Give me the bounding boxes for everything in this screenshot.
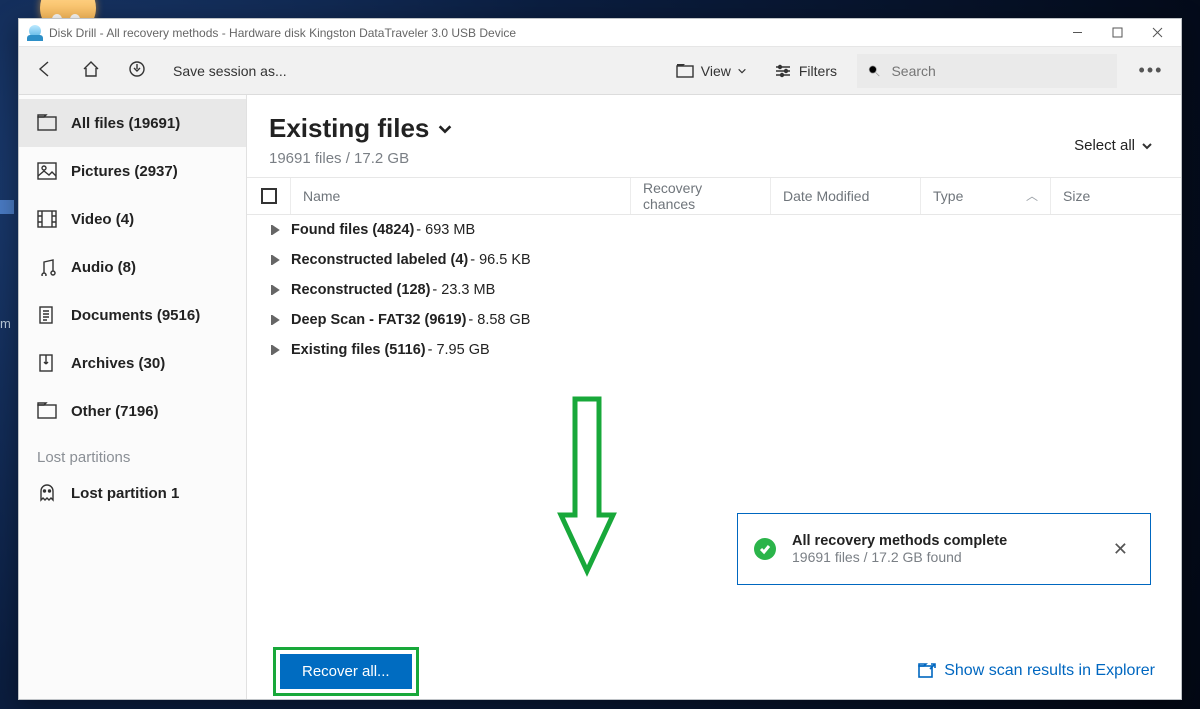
search-icon xyxy=(867,63,881,79)
select-all-checkbox[interactable] xyxy=(247,178,291,214)
sidebar-section-lost-partitions: Lost partitions xyxy=(19,435,246,472)
sidebar-item-label: Audio (8) xyxy=(71,259,136,276)
expand-toggle[interactable] xyxy=(259,225,291,235)
back-button[interactable] xyxy=(29,55,61,86)
window-title: Disk Drill - All recovery methods - Hard… xyxy=(49,26,516,40)
toast-close-button[interactable]: ✕ xyxy=(1107,533,1134,566)
filters-button[interactable]: Filters xyxy=(767,57,843,85)
row-meta: - 96.5 KB xyxy=(470,252,530,268)
archives-icon xyxy=(37,354,57,372)
view-dropdown[interactable]: View xyxy=(669,57,753,85)
chevron-down-icon xyxy=(437,121,453,137)
column-date-modified[interactable]: Date Modified xyxy=(771,178,921,214)
save-session-button[interactable]: Save session as... xyxy=(167,59,293,83)
more-menu[interactable]: ••• xyxy=(1131,60,1171,81)
sort-asc-icon: ︿ xyxy=(1026,190,1038,202)
sidebar-item-pictures[interactable]: Pictures (2937) xyxy=(19,147,246,195)
row-meta: - 693 MB xyxy=(416,222,475,238)
expand-toggle[interactable] xyxy=(259,315,291,325)
annotation-highlight: Recover all... xyxy=(273,647,419,696)
expand-toggle[interactable] xyxy=(259,345,291,355)
search-input[interactable] xyxy=(889,62,1107,80)
main-panel: Existing files 19691 files / 17.2 GB Sel… xyxy=(247,95,1181,699)
sidebar-item-other[interactable]: Other (7196) xyxy=(19,387,246,435)
sidebar-item-documents[interactable]: Documents (9516) xyxy=(19,291,246,339)
ghost-icon xyxy=(37,484,57,502)
grid-row[interactable]: Reconstructed (128)- 23.3 MB xyxy=(247,275,1181,305)
save-session-icon[interactable] xyxy=(121,55,153,86)
column-size[interactable]: Size xyxy=(1051,178,1181,214)
minimize-button[interactable] xyxy=(1057,19,1097,47)
row-meta: - 8.58 GB xyxy=(468,312,530,328)
footer: Recover all... Show scan results in Expl… xyxy=(247,643,1181,699)
toast-title: All recovery methods complete xyxy=(792,533,1091,549)
page-title: Existing files xyxy=(269,113,429,144)
sidebar-item-label: Pictures (2937) xyxy=(71,163,178,180)
sidebar-item-video[interactable]: Video (4) xyxy=(19,195,246,243)
app-window: Disk Drill - All recovery methods - Hard… xyxy=(18,18,1182,700)
maximize-button[interactable] xyxy=(1097,19,1137,47)
documents-icon xyxy=(37,306,57,324)
close-button[interactable] xyxy=(1137,19,1177,47)
row-meta: - 23.3 MB xyxy=(432,282,495,298)
titlebar: Disk Drill - All recovery methods - Hard… xyxy=(19,19,1181,47)
success-icon xyxy=(754,538,776,560)
app-icon xyxy=(27,25,43,41)
desktop-text-fragment: m xyxy=(0,316,11,331)
grid-row[interactable]: Existing files (5116)- 7.95 GB xyxy=(247,335,1181,365)
chevron-down-icon xyxy=(1141,140,1153,152)
files-icon xyxy=(37,114,57,132)
sidebar-item-label: Documents (9516) xyxy=(71,307,200,324)
open-external-icon xyxy=(918,663,936,679)
row-label: Found files (4824) xyxy=(291,222,414,238)
expand-toggle[interactable] xyxy=(259,285,291,295)
toolbar: Save session as... View Filters ••• xyxy=(19,47,1181,95)
show-in-explorer-link[interactable]: Show scan results in Explorer xyxy=(918,662,1155,680)
grid-row[interactable]: Found files (4824)- 693 MB xyxy=(247,215,1181,245)
sidebar-item-label: All files (19691) xyxy=(71,115,180,132)
chevron-down-icon xyxy=(737,66,747,76)
expand-toggle[interactable] xyxy=(259,255,291,265)
main-title-dropdown[interactable]: Existing files xyxy=(269,113,1074,144)
grid-header: Name Recovery chances Date Modified Type… xyxy=(247,177,1181,215)
sidebar-item-label: Archives (30) xyxy=(71,355,165,372)
sidebar-item-audio[interactable]: Audio (8) xyxy=(19,243,246,291)
column-type[interactable]: Type︿ xyxy=(921,178,1051,214)
sidebar: All files (19691) Pictures (2937) Video … xyxy=(19,95,247,699)
sidebar-item-label: Other (7196) xyxy=(71,403,159,420)
column-recovery-chances[interactable]: Recovery chances xyxy=(631,178,771,214)
other-icon xyxy=(37,402,57,420)
annotation-arrow xyxy=(557,395,617,615)
column-name[interactable]: Name xyxy=(291,178,631,214)
row-meta: - 7.95 GB xyxy=(428,342,490,358)
sidebar-item-label: Lost partition 1 xyxy=(71,485,179,502)
sidebar-item-lost-partition-1[interactable]: Lost partition 1 xyxy=(19,472,246,514)
row-label: Existing files (5116) xyxy=(291,342,426,358)
sidebar-item-label: Video (4) xyxy=(71,211,134,228)
row-label: Reconstructed (128) xyxy=(291,282,430,298)
video-icon xyxy=(37,210,57,228)
row-label: Deep Scan - FAT32 (9619) xyxy=(291,312,466,328)
page-subtitle: 19691 files / 17.2 GB xyxy=(269,150,1074,167)
grid-rows: Found files (4824)- 693 MB Reconstructed… xyxy=(247,215,1181,365)
sidebar-item-archives[interactable]: Archives (30) xyxy=(19,339,246,387)
folder-icon xyxy=(675,61,695,81)
home-button[interactable] xyxy=(75,55,107,86)
pictures-icon xyxy=(37,162,57,180)
select-all-button[interactable]: Select all xyxy=(1074,113,1159,154)
grid-row[interactable]: Deep Scan - FAT32 (9619)- 8.58 GB xyxy=(247,305,1181,335)
desktop-decoration xyxy=(0,200,14,214)
sliders-icon xyxy=(773,61,793,81)
row-label: Reconstructed labeled (4) xyxy=(291,252,468,268)
completion-toast: All recovery methods complete 19691 file… xyxy=(737,513,1151,585)
search-box[interactable] xyxy=(857,54,1117,88)
sidebar-item-all-files[interactable]: All files (19691) xyxy=(19,99,246,147)
recover-all-button[interactable]: Recover all... xyxy=(280,654,412,689)
grid-row[interactable]: Reconstructed labeled (4)- 96.5 KB xyxy=(247,245,1181,275)
toast-subtitle: 19691 files / 17.2 GB found xyxy=(792,549,1091,565)
audio-icon xyxy=(37,258,57,276)
